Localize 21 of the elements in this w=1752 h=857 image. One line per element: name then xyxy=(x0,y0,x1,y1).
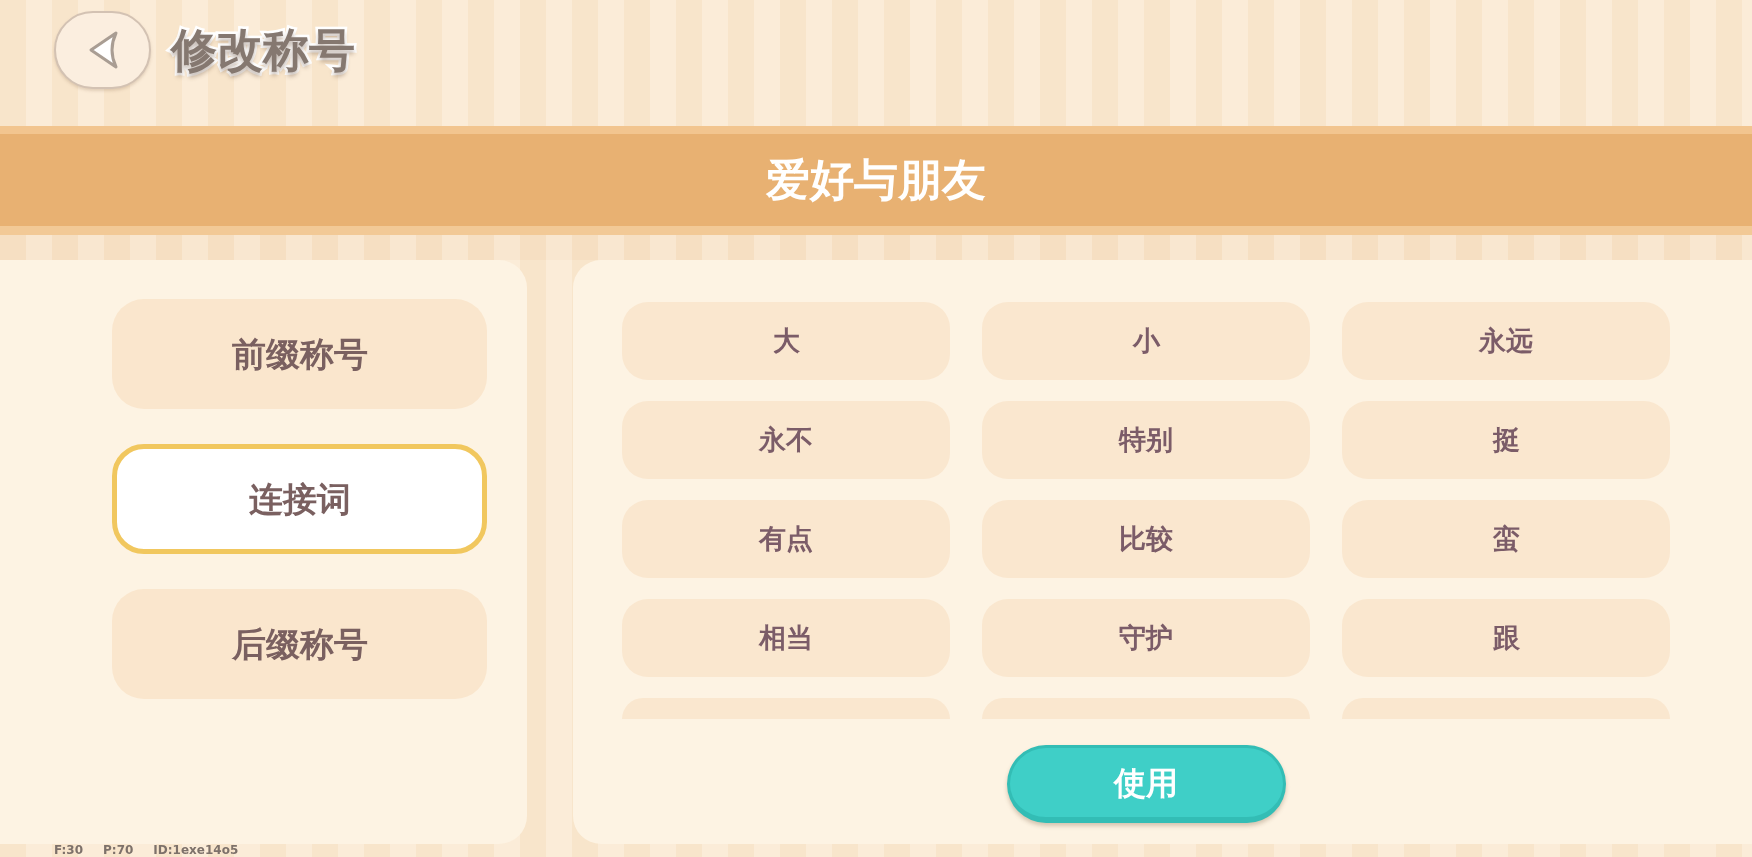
category-tab[interactable]: 前缀称号 xyxy=(112,299,487,409)
title-option-button[interactable]: 蛮 xyxy=(1342,500,1670,578)
banner-title: 爱好与朋友 xyxy=(766,154,986,206)
title-option-button[interactable]: 相当 xyxy=(622,599,950,677)
title-option-button[interactable]: 跟 xyxy=(1342,599,1670,677)
title-option-button[interactable]: 特别 xyxy=(982,401,1310,479)
title-option-button[interactable]: 小 xyxy=(982,302,1310,380)
title-option-button[interactable]: 大 xyxy=(622,302,950,380)
debug-text: F:30 xyxy=(54,844,84,857)
back-button[interactable] xyxy=(54,11,151,89)
title-option-button[interactable]: 有点 xyxy=(622,500,950,578)
debug-text: ID:1exe14o5 xyxy=(153,844,239,857)
title-option-button[interactable]: 比较 xyxy=(982,500,1310,578)
category-tab[interactable]: 后缀称号 xyxy=(112,589,487,699)
title-option-button[interactable]: 挺 xyxy=(1342,401,1670,479)
category-tab[interactable]: 连接词 xyxy=(112,444,487,554)
title-option-button[interactable]: 永远 xyxy=(1342,302,1670,380)
title-option-button[interactable]: 永不 xyxy=(622,401,950,479)
debug-text: P:70 xyxy=(103,844,134,857)
page-title: 修改称号 xyxy=(169,23,356,77)
title-option-button[interactable]: 守护 xyxy=(982,599,1310,677)
